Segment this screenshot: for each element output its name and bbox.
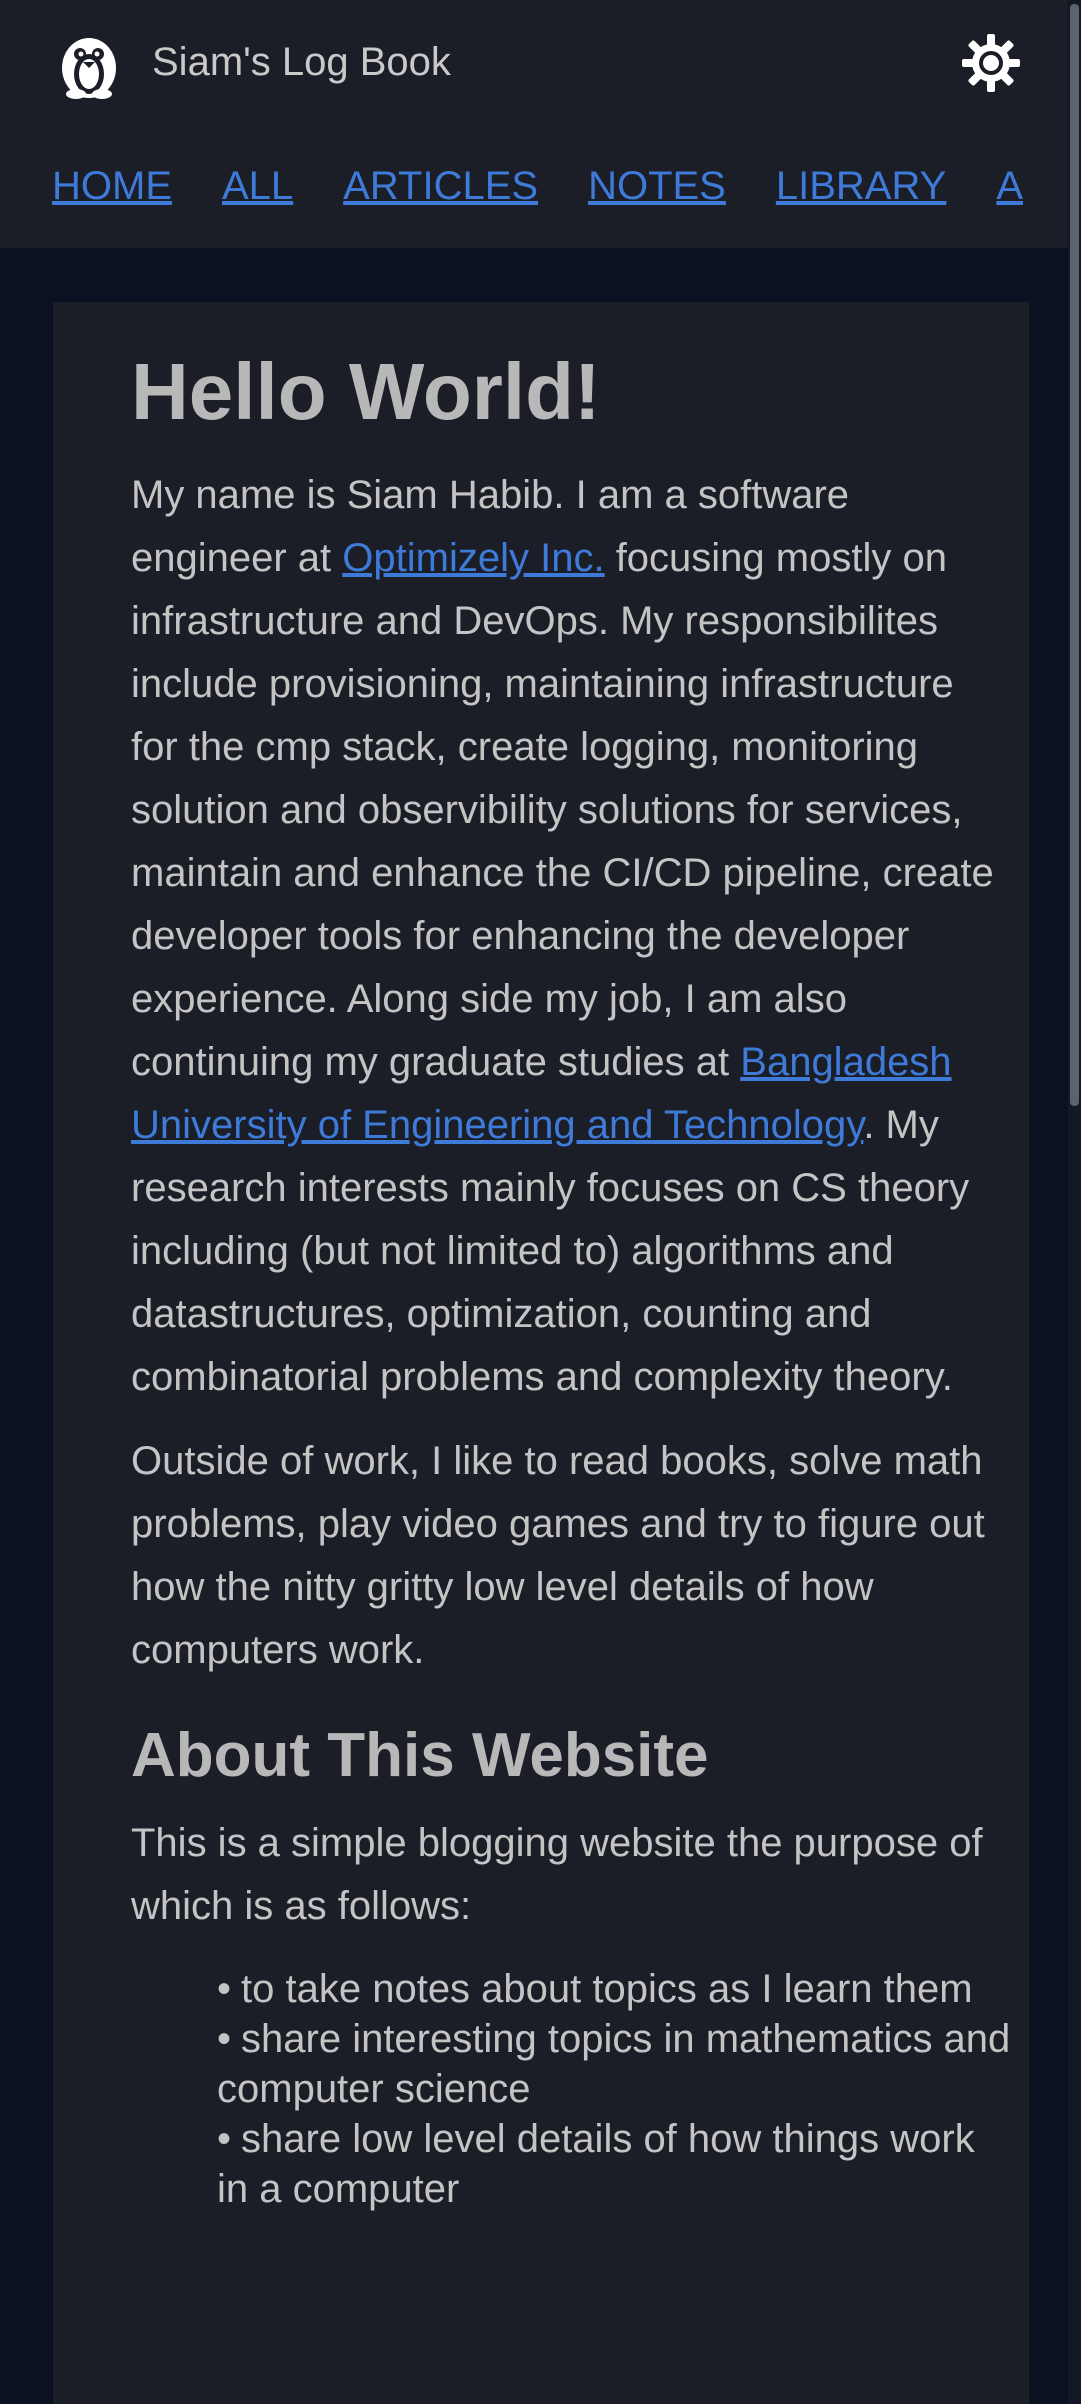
sun-icon[interactable] [960,32,1022,94]
nav-link-library[interactable]: LIBRARY [776,160,946,212]
purpose-list: • to take notes about topics as I learn t… [131,1964,1011,2214]
optimizely-link[interactable]: Optimizely Inc. [342,536,604,580]
about-heading: About This Website [131,1721,709,1790]
site-title[interactable]: Siam's Log Book [152,36,451,88]
bullet-icon: • [217,1967,232,2011]
list-item: • share interesting topics in mathematics… [217,2014,1011,2114]
list-item-text: share low level details of how things wo… [217,2117,975,2211]
site-header: Siam's Log Book HOME ALL ARTICLES NOTES LIBR… [0,0,1081,248]
bullet-icon: • [217,2117,232,2161]
nav-link-articles[interactable]: ARTICLES [343,160,538,212]
list-item-text: to take notes about topics as I learn th… [241,1967,973,2011]
content-card: Hello World! My name is Siam Habib. I am… [53,302,1029,2404]
penguin-icon[interactable] [52,30,126,100]
bullet-icon: • [217,2017,232,2061]
nav-link-truncated[interactable]: A [996,160,1023,212]
nav-link-all[interactable]: ALL [222,160,293,212]
intro-text-3: . My research interests mainly focuses o… [131,1103,970,1399]
nav-link-home[interactable]: HOME [52,160,172,212]
list-item: • to take notes about topics as I learn t… [217,1964,1011,2014]
intro-paragraph: My name is Siam Habib. I am a software e… [131,464,1011,1409]
about-paragraph: This is a simple blogging website the pu… [131,1821,983,1928]
list-item-text: share interesting topics in mathematics … [217,2017,1011,2111]
article-content: Hello World! My name is Siam Habib. I am… [131,342,1011,2214]
page-title: Hello World! [131,347,601,436]
nav-link-notes[interactable]: NOTES [588,160,726,212]
hobbies-paragraph: Outside of work, I like to read books, s… [131,1439,985,1672]
main-nav: HOME ALL ARTICLES NOTES LIBRARY A [52,160,1054,216]
intro-text-2: focusing mostly on infrastructure and De… [131,536,994,1084]
scrollbar-thumb[interactable] [1070,4,1079,1106]
vertical-scrollbar[interactable] [1068,0,1081,2404]
list-item: • share low level details of how things w… [217,2114,1011,2214]
